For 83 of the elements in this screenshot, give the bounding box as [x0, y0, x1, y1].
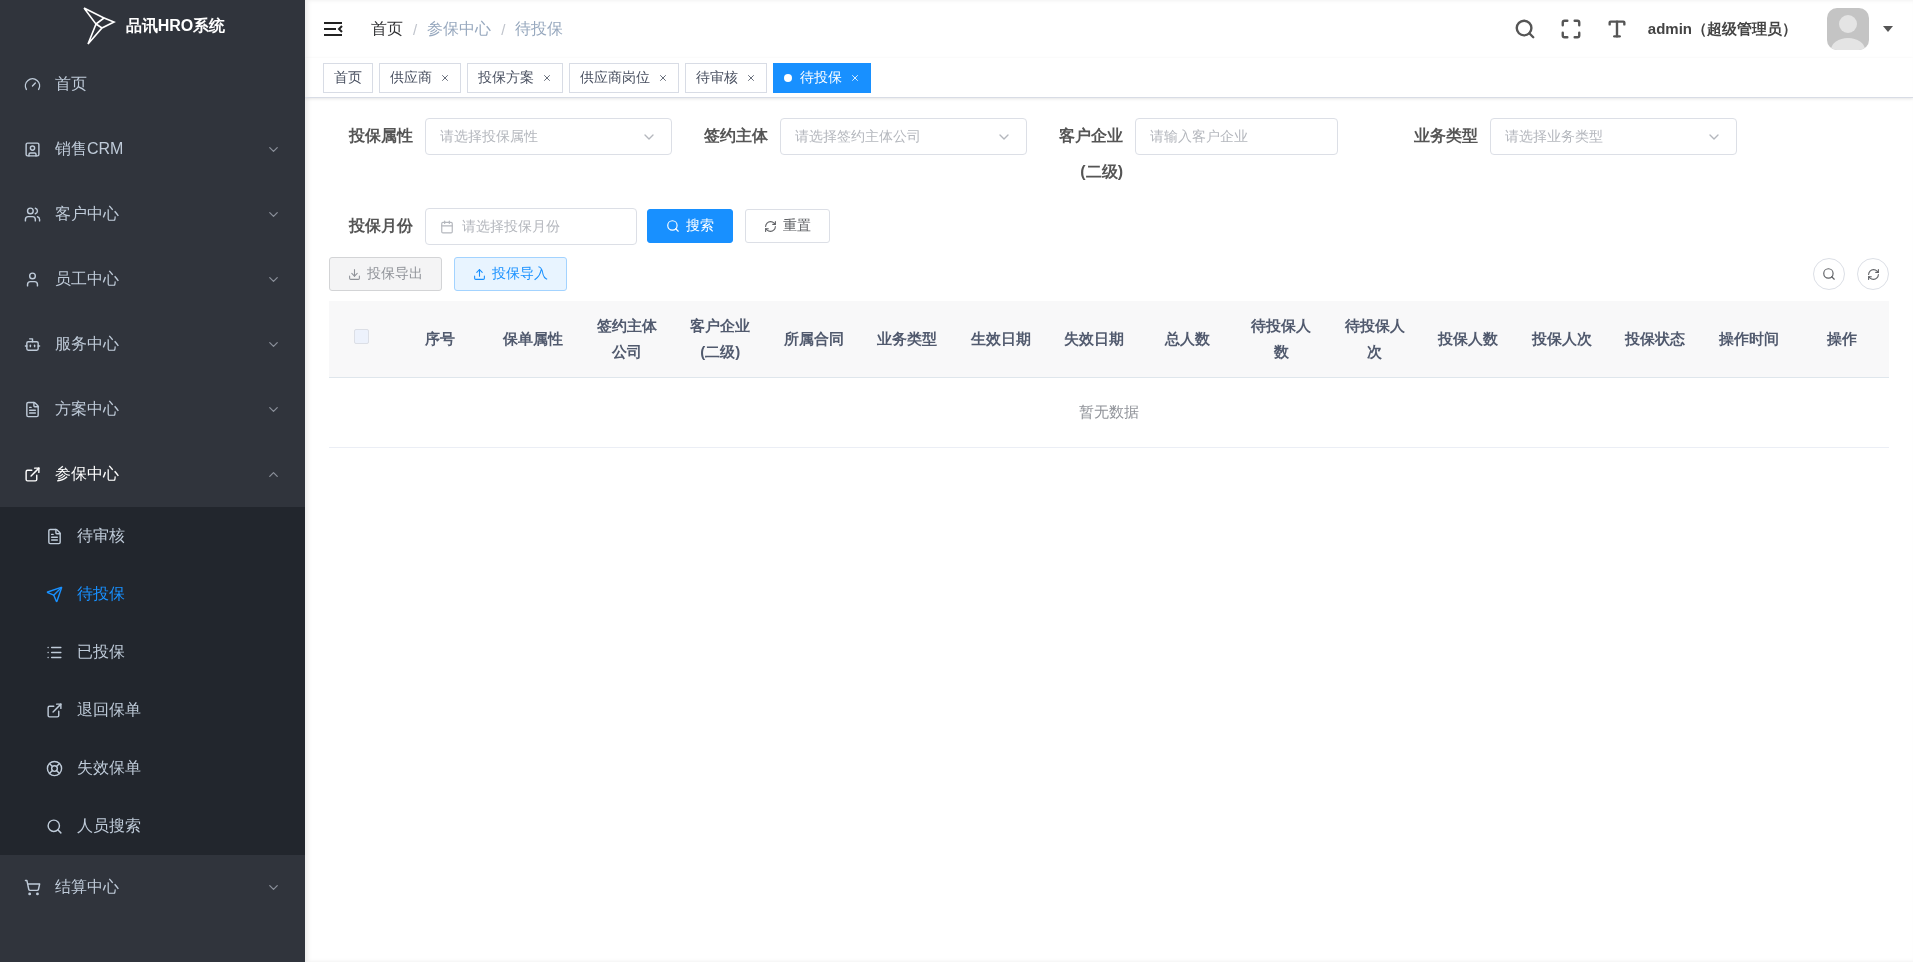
search-icon: [1822, 267, 1836, 281]
close-icon[interactable]: [542, 72, 552, 83]
close-icon[interactable]: [850, 72, 860, 83]
filter-label: 投保属性: [347, 126, 414, 146]
download-icon: [348, 267, 361, 281]
menu-item[interactable]: 方案中心: [0, 377, 305, 442]
page-tab[interactable]: 供应商: [379, 62, 461, 93]
caret-icon[interactable]: [1883, 26, 1893, 32]
menu-icon: [46, 817, 63, 835]
menu-item[interactable]: 销售CRM: [0, 117, 305, 182]
breadcrumb-separator: /: [413, 20, 418, 38]
column-header: 业务类型: [860, 301, 954, 377]
menu-icon: [46, 701, 63, 719]
refresh-icon: [1866, 267, 1880, 281]
calendar-icon: [440, 219, 454, 234]
app-title: 品讯HRO系统: [125, 15, 226, 36]
menu-icon: [24, 879, 41, 896]
breadcrumb-item[interactable]: 首页: [371, 18, 403, 40]
column-header: 签约主体公司: [580, 301, 674, 377]
upload-icon: [473, 267, 486, 281]
menu-item[interactable]: 参保中心: [0, 442, 305, 507]
column-header: 失效日期: [1047, 301, 1141, 377]
page-tab[interactable]: 供应商岗位: [569, 62, 679, 93]
filter-label: 客户企业(二级): [1058, 126, 1124, 182]
submenu-item[interactable]: 人员搜索: [0, 797, 305, 855]
search-icon: [666, 219, 680, 233]
menu-icon: [24, 206, 41, 223]
fullscreen-icon[interactable]: [1559, 18, 1582, 40]
column-header: 所属合同: [767, 301, 861, 377]
page-tab[interactable]: 投保方案: [467, 62, 563, 93]
submenu-item[interactable]: 待审核: [0, 507, 305, 565]
close-icon[interactable]: [658, 72, 668, 83]
page-tab[interactable]: 首页: [323, 62, 373, 93]
column-header: 序号: [393, 301, 487, 377]
menu-icon: [24, 76, 41, 93]
column-header: 投保人次: [1515, 301, 1609, 377]
search-toggle-button[interactable]: [1813, 258, 1845, 290]
column-header: 保单属性: [486, 301, 580, 377]
close-icon[interactable]: [746, 72, 756, 83]
empty-text: 暂无数据: [329, 377, 1889, 447]
submenu-item[interactable]: 已投保: [0, 623, 305, 681]
close-icon[interactable]: [440, 72, 450, 83]
filter-label: 业务类型: [1413, 126, 1479, 146]
status-dot-icon: [784, 73, 792, 82]
reset-button[interactable]: 重置: [745, 209, 830, 243]
menu-icon: [24, 271, 41, 288]
menu-item[interactable]: 客户中心: [0, 182, 305, 247]
menu-icon: [24, 141, 41, 158]
menu-icon: [46, 585, 63, 603]
refresh-button[interactable]: [1857, 258, 1889, 290]
refresh-icon: [764, 219, 777, 233]
menu-item[interactable]: 员工中心: [0, 247, 305, 312]
select-all-checkbox[interactable]: [353, 328, 369, 344]
column-header: 投保状态: [1608, 301, 1702, 377]
column-header: 总人数: [1141, 301, 1235, 377]
filter-label: 投保月份: [347, 216, 414, 236]
breadcrumb-separator: /: [501, 20, 506, 38]
menu-icon: [46, 759, 63, 777]
column-header: 投保人数: [1421, 301, 1515, 377]
column-header: 生效日期: [954, 301, 1048, 377]
breadcrumb-item: 待投保: [515, 18, 564, 39]
page-tab[interactable]: 待审核: [685, 62, 767, 93]
submenu-item[interactable]: 失效保单: [0, 739, 305, 797]
menu-item[interactable]: 结算中心: [0, 855, 305, 920]
column-header: 待投保人数: [1234, 301, 1328, 377]
menu-icon: [24, 466, 41, 483]
search-icon[interactable]: [1513, 18, 1536, 40]
font-size-icon[interactable]: [1605, 18, 1628, 40]
submenu-item[interactable]: 退回保单: [0, 681, 305, 739]
menu-icon: [24, 401, 41, 418]
menu-item[interactable]: 服务中心: [0, 312, 305, 377]
menu-icon: [46, 527, 63, 545]
column-header: 待投保人次: [1328, 301, 1422, 377]
menu-item[interactable]: 首页: [0, 52, 305, 117]
user-name[interactable]: admin（超级管理员）: [1647, 19, 1797, 39]
column-header: 客户企业(二级): [673, 301, 767, 377]
breadcrumb-item: 参保中心: [427, 18, 492, 39]
column-header: 操作: [1795, 301, 1889, 377]
filter-label: 签约主体: [703, 126, 769, 146]
menu-fold-icon[interactable]: [323, 21, 343, 37]
menu-icon: [24, 336, 41, 353]
submenu-item[interactable]: 待投保: [0, 565, 305, 623]
column-header: 操作时间: [1702, 301, 1796, 377]
